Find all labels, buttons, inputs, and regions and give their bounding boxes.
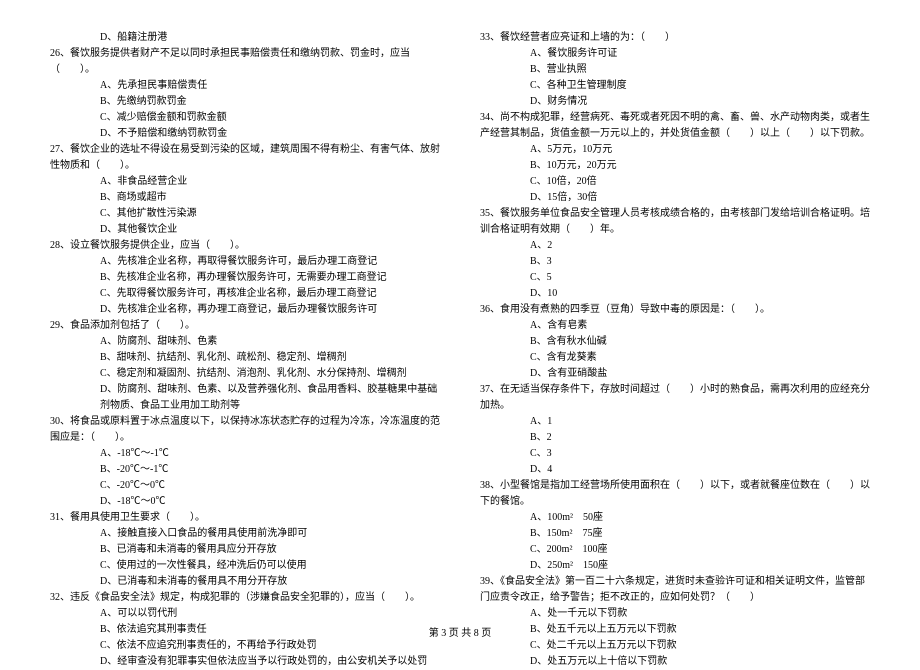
q35: 35、餐饮服务单位食品安全管理人员考核成绩合格的，由考核部门发给培训合格证明。培…	[480, 206, 870, 238]
q31-option-a: A、接触直接入口食品的餐用具使用前洗净即可	[50, 526, 440, 542]
page-footer: 第 3 页 共 8 页	[0, 626, 920, 642]
q26-option-b: B、先缴纳罚款罚金	[50, 94, 440, 110]
q39-option-d: D、处五万元以上十倍以下罚款	[480, 654, 870, 670]
q38-option-a: A、100m² 50座	[480, 510, 870, 526]
q27-option-b: B、商场或超市	[50, 190, 440, 206]
q28-option-a: A、先核准企业名称，再取得餐饮服务许可，最后办理工商登记	[50, 254, 440, 270]
q30-option-c: C、-20℃～0℃	[50, 478, 440, 494]
q38-option-c: C、200m² 100座	[480, 542, 870, 558]
q38: 38、小型餐馆是指加工经营场所使用面积在（ ）以下，或者就餐座位数在（ ）以下的…	[480, 478, 870, 510]
right-column: 33、餐饮经营者应亮证和上墙的为：（ ） A、餐饮服务许可证 B、营业执照 C、…	[480, 30, 870, 670]
q32-option-a: A、可以以罚代刑	[50, 606, 440, 622]
q26-option-d: D、不予赔偿和缴纳罚款罚金	[50, 126, 440, 142]
q28-option-c: C、先取得餐饮服务许可，再核准企业名称，最后办理工商登记	[50, 286, 440, 302]
q37-option-c: C、3	[480, 446, 870, 462]
q33-option-c: C、各种卫生管理制度	[480, 78, 870, 94]
q38-option-b: B、150m² 75座	[480, 526, 870, 542]
q32: 32、违反《食品安全法》规定，构成犯罪的（涉嫌食品安全犯罪的），应当（ ）。	[50, 590, 440, 606]
q29-option-a: A、防腐剂、甜味剂、色素	[50, 334, 440, 350]
q27: 27、餐饮企业的选址不得设在易受到污染的区域，建筑周围不得有粉尘、有害气体、放射…	[50, 142, 440, 174]
q36-option-a: A、含有皂素	[480, 318, 870, 334]
q25-option-d: D、船籍注册港	[50, 30, 440, 46]
q34-option-a: A、5万元，10万元	[480, 142, 870, 158]
q26-option-c: C、减少赔偿金额和罚款金额	[50, 110, 440, 126]
q34-option-c: C、10倍，20倍	[480, 174, 870, 190]
q31-option-c: C、使用过的一次性餐具，经冲洗后仍可以使用	[50, 558, 440, 574]
q39-option-a: A、处一千元以下罚款	[480, 606, 870, 622]
q27-option-d: D、其他餐饮企业	[50, 222, 440, 238]
q28-option-d: D、先核准企业名称，再办理工商登记，最后办理餐饮服务许可	[50, 302, 440, 318]
q37-option-b: B、2	[480, 430, 870, 446]
q30-option-d: D、-18℃～0℃	[50, 494, 440, 510]
q37: 37、在无适当保存条件下，存放时间超过（ ）小时的熟食品，需再次利用的应经充分加…	[480, 382, 870, 414]
q29-option-d: D、防腐剂、甜味剂、色素、以及营养强化剂、食品用香料、胶基糖果中基础剂物质、食品…	[50, 382, 440, 414]
q37-option-a: A、1	[480, 414, 870, 430]
q37-option-d: D、4	[480, 462, 870, 478]
q36-option-c: C、含有龙葵素	[480, 350, 870, 366]
q35-option-b: B、3	[480, 254, 870, 270]
q31-option-b: B、已消毒和未消毒的餐用具应分开存放	[50, 542, 440, 558]
q34-option-b: B、10万元，20万元	[480, 158, 870, 174]
q32-option-d: D、经审查没有犯罪事实但依法应当予以行政处罚的，由公安机关予以处罚	[50, 654, 440, 670]
q27-option-c: C、其他扩散性污染源	[50, 206, 440, 222]
q35-option-c: C、5	[480, 270, 870, 286]
q27-option-a: A、非食品经营企业	[50, 174, 440, 190]
q35-option-d: D、10	[480, 286, 870, 302]
q30: 30、将食品或原料置于冰点温度以下，以保持冰冻状态贮存的过程为冷冻，冷冻温度的范…	[50, 414, 440, 446]
q34: 34、尚不构成犯罪，经营病死、毒死或者死因不明的禽、畜、兽、水产动物肉类，或者生…	[480, 110, 870, 142]
left-column: D、船籍注册港 26、餐饮服务提供者财产不足以同时承担民事赔偿责任和缴纳罚款、罚…	[50, 30, 440, 670]
q30-option-b: B、-20℃～-1℃	[50, 462, 440, 478]
q38-option-d: D、250m² 150座	[480, 558, 870, 574]
q31: 31、餐用具使用卫生要求（ ）。	[50, 510, 440, 526]
q36-option-b: B、含有秋水仙碱	[480, 334, 870, 350]
q33-option-d: D、财务情况	[480, 94, 870, 110]
q29-option-b: B、甜味剂、抗结剂、乳化剂、疏松剂、稳定剂、增稠剂	[50, 350, 440, 366]
q35-option-a: A、2	[480, 238, 870, 254]
q28-option-b: B、先核准企业名称，再办理餐饮服务许可，无需要办理工商登记	[50, 270, 440, 286]
q29: 29、食品添加剂包括了（ ）。	[50, 318, 440, 334]
page-columns: D、船籍注册港 26、餐饮服务提供者财产不足以同时承担民事赔偿责任和缴纳罚款、罚…	[50, 30, 870, 670]
q26: 26、餐饮服务提供者财产不足以同时承担民事赔偿责任和缴纳罚款、罚金时，应当（ ）…	[50, 46, 440, 78]
q28: 28、设立餐饮服务提供企业，应当（ ）。	[50, 238, 440, 254]
q33: 33、餐饮经营者应亮证和上墙的为：（ ）	[480, 30, 870, 46]
q33-option-a: A、餐饮服务许可证	[480, 46, 870, 62]
q39: 39、《食品安全法》第一百二十六条规定，进货时未查验许可证和相关证明文件，监管部…	[480, 574, 870, 606]
q30-option-a: A、-18℃～-1℃	[50, 446, 440, 462]
q36: 36、食用没有煮熟的四季豆（豆角）导致中毒的原因是：（ ）。	[480, 302, 870, 318]
q31-option-d: D、已消毒和未消毒的餐用具不用分开存放	[50, 574, 440, 590]
q36-option-d: D、含有亚硝酸盐	[480, 366, 870, 382]
q33-option-b: B、营业执照	[480, 62, 870, 78]
q29-option-c: C、稳定剂和凝固剂、抗结剂、消泡剂、乳化剂、水分保持剂、增稠剂	[50, 366, 440, 382]
q34-option-d: D、15倍，30倍	[480, 190, 870, 206]
q26-option-a: A、先承担民事赔偿责任	[50, 78, 440, 94]
